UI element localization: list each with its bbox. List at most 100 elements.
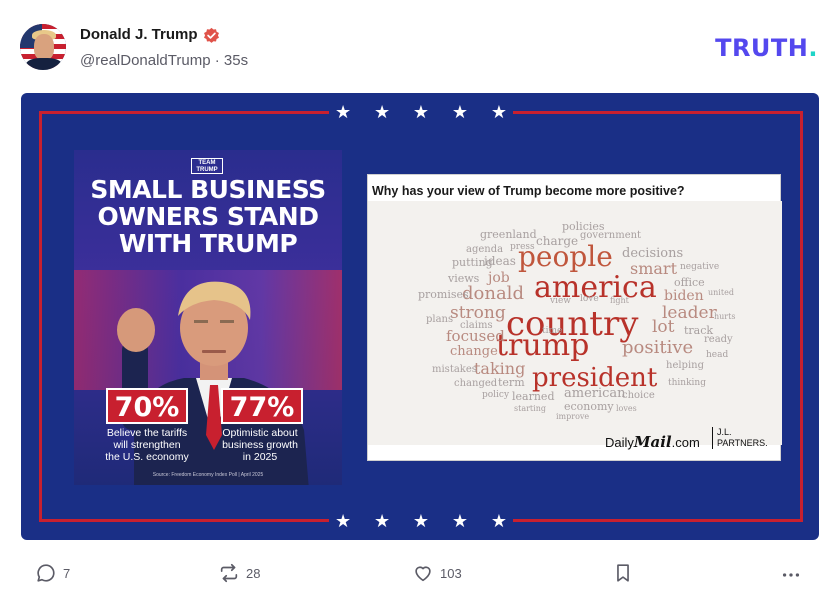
word-united: united <box>708 288 734 297</box>
word-term: term <box>498 376 525 389</box>
retruth-icon <box>220 563 238 583</box>
word-positive: positive <box>622 337 694 358</box>
word-fight: fight <box>610 296 629 305</box>
author-handle[interactable]: @realDonaldTrump <box>80 52 211 69</box>
stat-caption-tariffs: Believe the tariffs will strengthen the … <box>105 427 189 463</box>
post-meta: @realDonaldTrump · 35s <box>80 52 248 69</box>
star-icon: ★ <box>490 102 507 122</box>
word-views: views <box>448 272 480 285</box>
truth-logo-dot: . <box>808 34 818 62</box>
avatar-suit <box>26 58 62 70</box>
word-thinking: thinking <box>668 378 706 388</box>
small-business-poster: TEAM TRUMP SMALL BUSINESS OWNERS STAND W… <box>74 150 342 485</box>
post-media-image[interactable]: ★ ★ ★ ★ ★ ★ ★ ★ ★ ★ TEAM TRUMP SMALL BUSINESS OW… <box>21 93 819 540</box>
truth-logo[interactable]: TRUTH. <box>715 34 818 62</box>
wordcloud-area: country america trump president people donald… <box>368 201 782 445</box>
post-timestamp[interactable]: 35s <box>224 52 248 69</box>
team-trump-badge: TEAM TRUMP <box>191 158 223 174</box>
wordcloud-question: Why has your view of Trump become more p… <box>372 184 685 198</box>
word-economy: economy <box>564 400 614 413</box>
wordcloud-card: Why has your view of Trump become more p… <box>367 174 782 461</box>
stars-bottom: ★ ★ ★ ★ ★ <box>335 512 507 530</box>
retruth-count: 28 <box>246 565 261 581</box>
star-icon: ★ <box>335 102 352 122</box>
word-lot: lot <box>652 317 675 337</box>
frame-line <box>800 111 803 522</box>
reply-icon <box>37 564 55 582</box>
post-action-bar: 7 28 103 <box>20 558 820 590</box>
retruth-button[interactable]: 28 <box>218 562 260 584</box>
verified-badge-icon <box>204 27 219 43</box>
star-icon: ★ <box>451 511 468 531</box>
word-mistakes: mistakes <box>432 364 477 375</box>
word-claims: claims <box>460 320 493 331</box>
word-greenland: greenland <box>480 228 537 241</box>
star-icon: ★ <box>412 511 430 531</box>
frame-line <box>39 111 329 114</box>
word-job: job <box>488 270 510 286</box>
dailymail-daily: Daily <box>605 435 634 450</box>
author-name[interactable]: Donald J. Trump <box>80 26 198 43</box>
bookmark-button[interactable] <box>612 562 634 584</box>
more-options-button[interactable] <box>780 564 802 586</box>
word-negative: negative <box>680 262 720 272</box>
truth-logo-text: TRUTH <box>715 34 809 62</box>
word-ready: ready <box>704 334 733 345</box>
frame-line <box>513 519 803 522</box>
heart-icon <box>415 566 431 582</box>
dailymail-logo: DailyMail.com <box>605 433 700 451</box>
word-american: american <box>564 386 626 401</box>
reply-button[interactable]: 7 <box>35 562 70 584</box>
dailymail-mail: Mail <box>633 433 672 451</box>
word-love: love <box>580 294 599 304</box>
star-icon: ★ <box>335 511 352 531</box>
frame-line <box>39 519 329 522</box>
word-time: time <box>542 326 563 336</box>
word-choice: choice <box>622 390 655 401</box>
poster-source: Source: Freedom Economy Index Poll | Apr… <box>152 472 264 478</box>
word-press: press <box>510 242 535 252</box>
word-starting: starting <box>514 404 546 413</box>
word-plans: plans <box>426 314 454 325</box>
word-view: view <box>550 296 571 306</box>
word-policy: policy <box>482 390 510 400</box>
word-loves: loves <box>616 404 637 413</box>
word-government: government <box>580 230 642 241</box>
word-donald: donald <box>462 283 524 304</box>
frame-line <box>39 111 42 522</box>
star-icon: ★ <box>373 511 391 531</box>
avatar[interactable] <box>20 24 66 70</box>
word-taking: taking <box>474 359 526 378</box>
word-head: head <box>706 350 729 360</box>
dailymail-com: .com <box>671 435 700 450</box>
reply-count: 7 <box>63 565 71 581</box>
word-charge: charge <box>536 234 579 248</box>
word-office: office <box>674 276 705 289</box>
star-icon: ★ <box>490 511 507 531</box>
stat-box-77: 77% <box>221 388 303 424</box>
post-header: Donald J. Trump @realDonaldTrump · 35s T… <box>20 22 820 74</box>
word-helping: helping <box>666 360 704 371</box>
meta-separator: · <box>214 52 220 69</box>
like-button[interactable]: 103 <box>412 562 462 584</box>
word-promises: promises <box>418 288 469 301</box>
word-learned: learned <box>512 390 555 403</box>
word-decisions: decisions <box>622 246 684 261</box>
word-biden: biden <box>664 288 704 304</box>
team-badge-line2: TRUMP <box>196 167 218 173</box>
star-icon: ★ <box>412 102 430 122</box>
stars-top: ★ ★ ★ ★ ★ <box>335 103 507 121</box>
word-hurts: hurts <box>714 312 736 321</box>
stat-box-70: 70% <box>106 388 188 424</box>
word-putting: putting <box>452 256 493 269</box>
poster-title: SMALL BUSINESS OWNERS STAND WITH TRUMP <box>90 175 326 258</box>
word-smart: smart <box>630 259 677 278</box>
like-count: 103 <box>440 565 462 581</box>
avatar-face <box>34 34 54 60</box>
word-changed: changed <box>454 378 498 389</box>
word-improve: improve <box>556 412 590 421</box>
bookmark-icon <box>617 564 629 582</box>
more-icon <box>782 573 800 577</box>
team-badge-line1: TEAM <box>198 160 216 166</box>
stat-caption-growth: Optimistic about business growth in 2025 <box>222 427 298 463</box>
